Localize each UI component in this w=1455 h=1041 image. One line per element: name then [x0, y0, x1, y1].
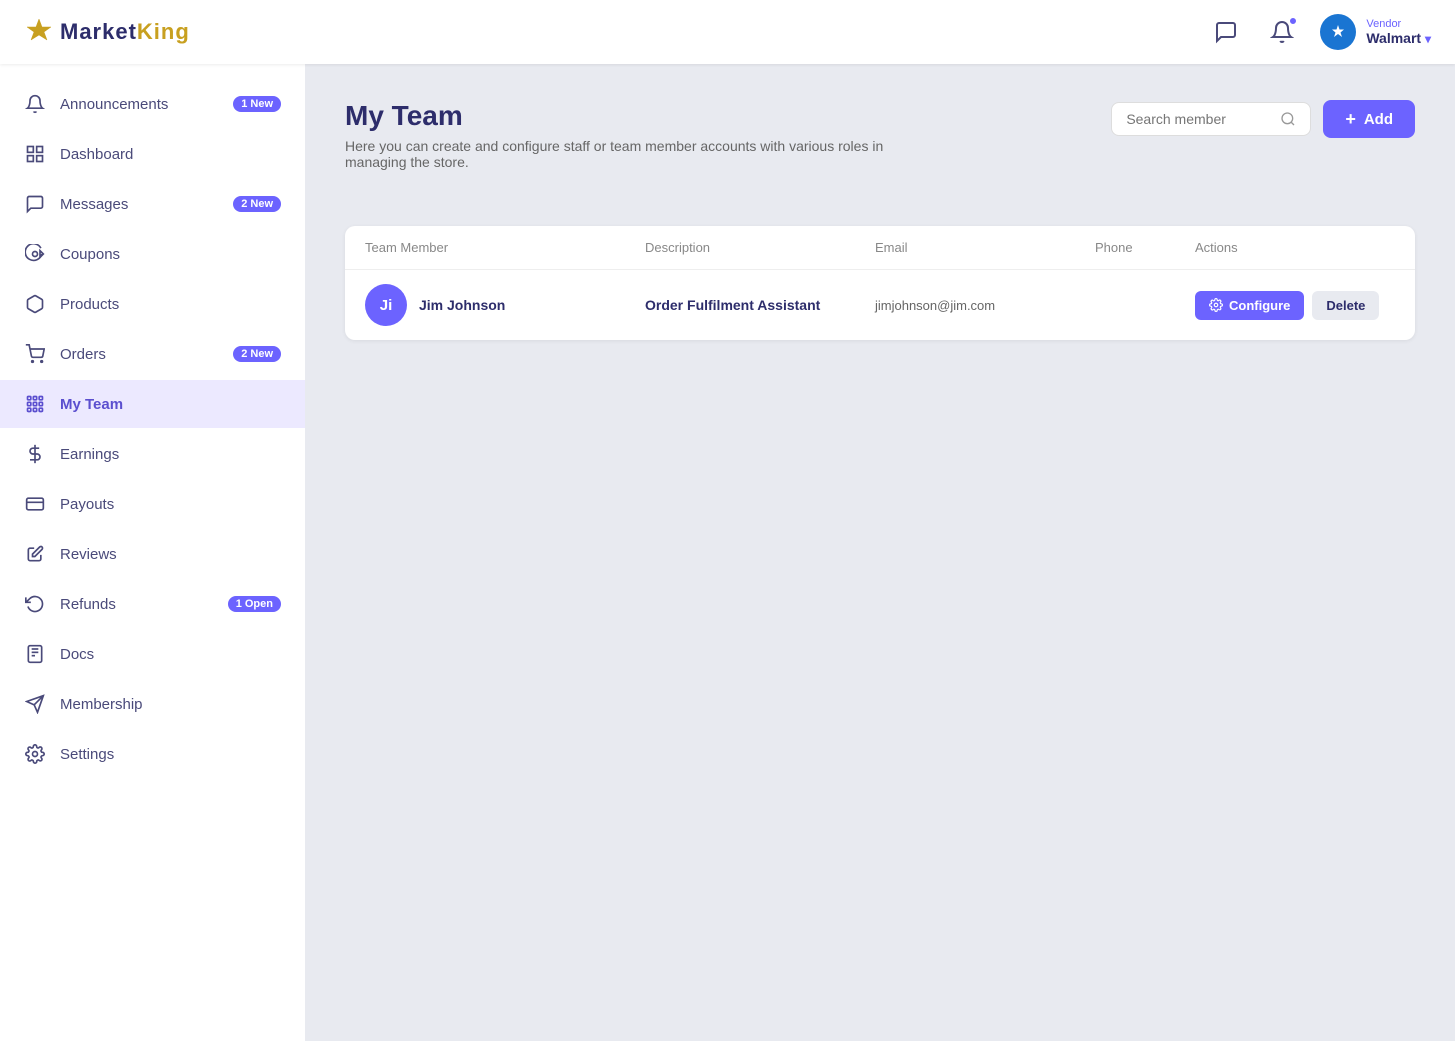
sidebar-label-orders: Orders	[60, 346, 106, 363]
sidebar-item-dashboard[interactable]: Dashboard	[0, 130, 305, 178]
configure-icon	[1209, 298, 1223, 312]
sidebar-item-messages[interactable]: Messages 2 New	[0, 180, 305, 228]
member-avatar: Ji	[365, 284, 407, 326]
member-actions: Configure Delete	[1195, 291, 1395, 320]
messages-icon	[24, 193, 46, 215]
chat-icon-button[interactable]	[1208, 14, 1244, 50]
orders-badge: 2 New	[233, 346, 281, 362]
chat-icon	[1214, 20, 1238, 44]
notifications-icon-button[interactable]	[1264, 14, 1300, 50]
vendor-name-text: Walmart ▾	[1366, 30, 1431, 46]
team-table: Team Member Description Email Phone Acti…	[345, 226, 1415, 340]
sidebar-label-docs: Docs	[60, 646, 94, 663]
sidebar-label-coupons: Coupons	[60, 246, 120, 263]
member-description: Order Fulfilment Assistant	[645, 297, 875, 313]
docs-icon	[24, 643, 46, 665]
col-email: Email	[875, 240, 1095, 255]
sidebar-item-announcements[interactable]: Announcements 1 New	[0, 80, 305, 128]
sidebar-label-messages: Messages	[60, 196, 128, 213]
vendor-menu[interactable]: Vendor Walmart ▾	[1320, 14, 1431, 50]
sidebar-item-refunds[interactable]: Refunds 1 Open	[0, 580, 305, 628]
sidebar-item-earnings[interactable]: Earnings	[0, 430, 305, 478]
logo-market-text: Market	[60, 19, 137, 44]
sidebar-label-products: Products	[60, 296, 119, 313]
membership-icon	[24, 693, 46, 715]
earnings-icon	[24, 443, 46, 465]
sidebar-label-announcements: Announcements	[60, 96, 168, 113]
logo-icon	[24, 17, 54, 47]
table-header: Team Member Description Email Phone Acti…	[345, 226, 1415, 270]
sidebar-item-docs[interactable]: Docs	[0, 630, 305, 678]
col-actions: Actions	[1195, 240, 1395, 255]
messages-badge: 2 New	[233, 196, 281, 212]
add-button-label: Add	[1364, 111, 1393, 128]
add-member-button[interactable]: + Add	[1323, 100, 1415, 138]
refunds-icon	[24, 593, 46, 615]
refunds-badge: 1 Open	[228, 596, 281, 612]
member-cell: Ji Jim Johnson	[365, 284, 645, 326]
delete-button[interactable]: Delete	[1312, 291, 1379, 320]
main-content: My Team Here you can create and configur…	[305, 64, 1455, 1041]
logo: MarketKing	[24, 17, 190, 47]
dashboard-icon	[24, 143, 46, 165]
search-icon	[1280, 111, 1296, 127]
bell-sidebar-icon	[24, 93, 46, 115]
sidebar-label-reviews: Reviews	[60, 546, 117, 563]
sidebar-item-products[interactable]: Products	[0, 280, 305, 328]
search-input[interactable]	[1126, 111, 1272, 127]
reviews-icon	[24, 543, 46, 565]
search-box[interactable]	[1111, 102, 1311, 136]
notification-badge	[1288, 16, 1298, 26]
sidebar-label-earnings: Earnings	[60, 446, 119, 463]
sidebar-label-refunds: Refunds	[60, 596, 116, 613]
vendor-label-text: Vendor	[1366, 18, 1431, 30]
coupons-icon	[24, 243, 46, 265]
member-name: Jim Johnson	[419, 297, 505, 313]
products-icon	[24, 293, 46, 315]
sidebar-item-coupons[interactable]: Coupons	[0, 230, 305, 278]
sidebar-label-membership: Membership	[60, 696, 143, 713]
sidebar-item-orders[interactable]: Orders 2 New	[0, 330, 305, 378]
payouts-icon	[24, 493, 46, 515]
team-icon	[24, 393, 46, 415]
header: MarketKing Vendor	[0, 0, 1455, 64]
table-row: Ji Jim Johnson Order Fulfilment Assistan…	[345, 270, 1415, 340]
orders-icon	[24, 343, 46, 365]
configure-button[interactable]: Configure	[1195, 291, 1304, 320]
page-subtitle: Here you can create and configure staff …	[345, 138, 945, 170]
main-layout: Announcements 1 New Dashboard Messages 2…	[0, 64, 1455, 1041]
settings-icon	[24, 743, 46, 765]
announcements-badge: 1 New	[233, 96, 281, 112]
col-phone: Phone	[1095, 240, 1195, 255]
page-title: My Team	[345, 100, 945, 132]
logo-king-text: King	[137, 19, 190, 44]
vendor-avatar	[1320, 14, 1356, 50]
header-actions: Vendor Walmart ▾	[1208, 14, 1431, 50]
walmart-star-icon	[1328, 22, 1348, 42]
sidebar-item-settings[interactable]: Settings	[0, 730, 305, 778]
sidebar-item-reviews[interactable]: Reviews	[0, 530, 305, 578]
chevron-down-icon: ▾	[1425, 32, 1431, 46]
sidebar-item-membership[interactable]: Membership	[0, 680, 305, 728]
sidebar-label-dashboard: Dashboard	[60, 146, 133, 163]
sidebar-label-payouts: Payouts	[60, 496, 114, 513]
sidebar-label-settings: Settings	[60, 746, 114, 763]
col-team-member: Team Member	[365, 240, 645, 255]
sidebar-item-my-team[interactable]: My Team	[0, 380, 305, 428]
toolbar: + Add	[1111, 100, 1415, 138]
member-email: jimjohnson@jim.com	[875, 298, 1095, 313]
sidebar: Announcements 1 New Dashboard Messages 2…	[0, 64, 305, 1041]
sidebar-item-payouts[interactable]: Payouts	[0, 480, 305, 528]
col-description: Description	[645, 240, 875, 255]
sidebar-label-my-team: My Team	[60, 396, 123, 413]
